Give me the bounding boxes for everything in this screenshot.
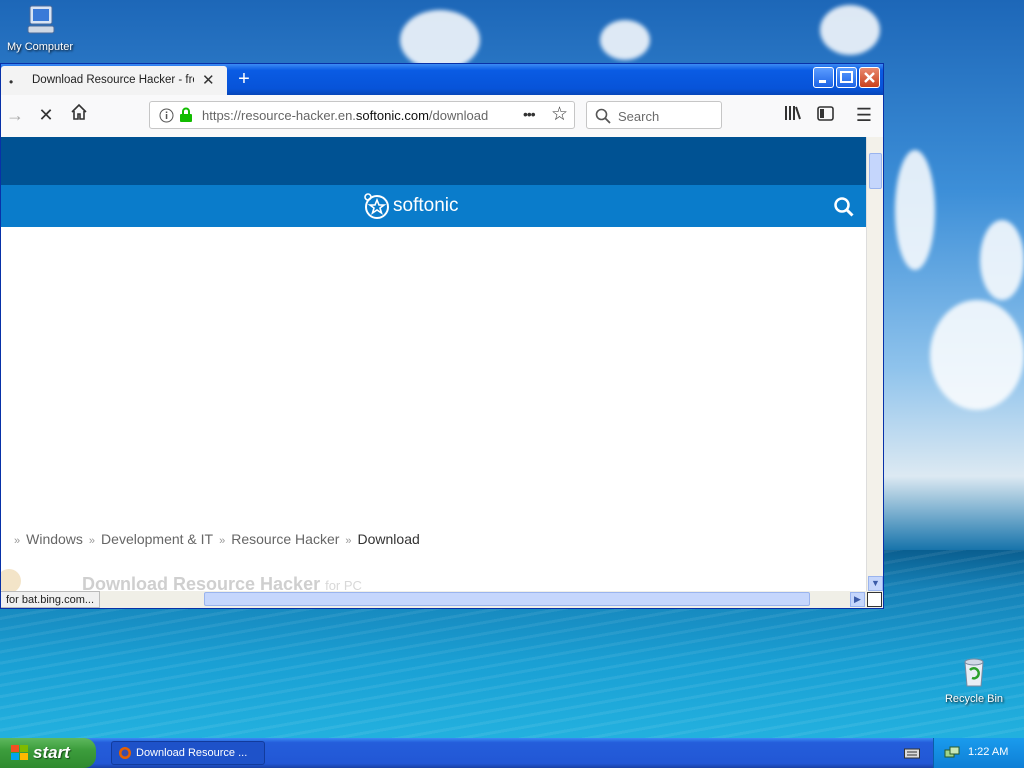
stop-icon[interactable]: ✕ (34, 103, 58, 127)
taskbar-button-label: Download Resource ... (136, 747, 248, 759)
menu-icon[interactable]: ☰ (852, 103, 876, 127)
desktop-icon-label: My Computer (6, 41, 74, 53)
home-icon[interactable] (67, 103, 91, 127)
taskbar: start Download Resource ... 1:22 AM (0, 738, 1024, 768)
page-title: Download Resource Hacker for PC (82, 574, 362, 591)
breadcrumb-download: Download (357, 531, 420, 547)
status-text: for bat.bing.com... (1, 591, 101, 608)
softonic-logo[interactable]: softonic (363, 192, 458, 220)
desktop-icon-my-computer[interactable]: My Computer (0, 4, 80, 53)
bookmark-star-icon[interactable]: ☆ (551, 103, 568, 126)
page-title-text: Download Resource Hacker (82, 574, 321, 591)
desktop-icon-recycle-bin[interactable]: Recycle Bin (934, 656, 1014, 705)
keyboard-icon[interactable] (904, 747, 920, 762)
vertical-scroll-thumb[interactable] (869, 153, 882, 189)
start-label: start (33, 743, 70, 762)
url-text[interactable]: https://resource-hacker.en.softonic.com/… (202, 108, 488, 123)
start-button[interactable]: start (0, 738, 96, 768)
browser-window: • Download Resource Hacker - free ✕ + → … (0, 63, 884, 609)
tab-active[interactable]: • Download Resource Hacker - free ✕ (1, 66, 227, 95)
lock-icon[interactable] (179, 107, 193, 126)
logo-text: softonic (393, 195, 459, 217)
search-box[interactable]: Search (586, 101, 722, 129)
close-window-button[interactable] (859, 67, 880, 88)
tab-title: Download Resource Hacker - free (32, 74, 194, 86)
taskbar-button-browser[interactable]: Download Resource ... (111, 741, 265, 765)
url-bar[interactable]: https://resource-hacker.en.softonic.com/… (149, 101, 575, 129)
search-icon (595, 108, 611, 127)
site-top-bar (1, 137, 866, 185)
tab-close-icon[interactable]: ✕ (202, 71, 215, 89)
page-actions-icon[interactable]: ••• (523, 106, 536, 122)
url-path: /download (428, 108, 489, 123)
forward-icon[interactable]: → (3, 103, 27, 127)
horizontal-scroll-thumb[interactable] (204, 592, 810, 606)
status-row: for bat.bing.com... ▶ (1, 591, 883, 608)
library-icon[interactable] (781, 103, 805, 127)
page-title-suffix: for PC (325, 578, 362, 591)
firefox-icon (118, 746, 132, 763)
vertical-scrollbar[interactable]: ▼ (866, 137, 883, 591)
network-icon[interactable] (944, 745, 960, 764)
sidebar-icon[interactable] (813, 103, 837, 127)
breadcrumb-separator: » (345, 535, 352, 547)
nav-toolbar: → ✕ https://resource-hacker.en.softonic.… (1, 95, 883, 138)
minimize-button[interactable] (813, 67, 834, 88)
new-tab-button[interactable]: + (233, 66, 255, 92)
url-domain: softonic.com (355, 108, 429, 123)
desktop-icon-label: Recycle Bin (944, 693, 1004, 705)
info-icon[interactable] (159, 108, 174, 126)
app-icon (1, 569, 21, 591)
breadcrumb-development-it[interactable]: Development & IT (101, 531, 213, 547)
computer-icon (0, 4, 80, 39)
breadcrumb-separator: » (14, 535, 21, 547)
softonic-logo-icon (364, 193, 389, 219)
breadcrumb-windows[interactable]: Windows (26, 531, 83, 547)
page-content: softonic » Windows » Development & IT » Resou… (1, 137, 866, 591)
breadcrumb-separator: » (219, 535, 226, 547)
scroll-down-arrow-icon[interactable]: ▼ (868, 576, 883, 591)
search-placeholder: Search (618, 109, 660, 124)
url-prefix: https://resource-hacker.en. (202, 108, 356, 123)
windows-logo-icon (10, 744, 30, 767)
breadcrumb-separator: » (88, 535, 96, 547)
system-tray: 1:22 AM (933, 738, 1024, 768)
recycle-bin-icon (934, 656, 1014, 691)
clock[interactable]: 1:22 AM (968, 746, 1008, 758)
tab-loading-dot: • (9, 75, 14, 89)
breadcrumb: » Windows » Development & IT » Resource Hacke… (8, 531, 420, 547)
title-bar[interactable]: • Download Resource Hacker - free ✕ + (1, 64, 883, 95)
site-search-icon[interactable] (834, 197, 854, 220)
maximize-button[interactable] (836, 67, 857, 88)
scroll-right-arrow-icon[interactable]: ▶ (850, 592, 865, 607)
breadcrumb-resource-hacker[interactable]: Resource Hacker (231, 531, 339, 547)
resize-grip[interactable] (867, 592, 882, 607)
